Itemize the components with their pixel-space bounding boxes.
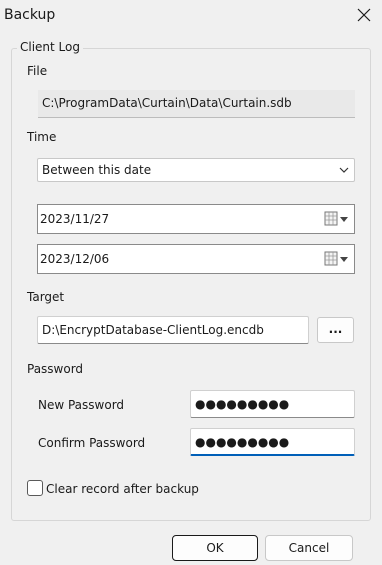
title-bar: Backup	[0, 0, 382, 32]
time-mode-select[interactable]: Between this date	[37, 158, 355, 182]
time-label: Time	[27, 130, 57, 144]
browse-button[interactable]: ...	[317, 317, 354, 343]
target-label: Target	[27, 290, 65, 304]
cancel-button[interactable]: Cancel	[265, 535, 353, 561]
file-label: File	[27, 64, 48, 78]
confirm-password-label: Confirm Password	[38, 436, 146, 450]
confirm-password-input[interactable]: ●●●●●●●●●	[190, 428, 355, 456]
end-date-picker[interactable]: 2023/12/06	[37, 244, 355, 274]
ok-button[interactable]: OK	[172, 535, 258, 561]
time-mode-value: Between this date	[42, 163, 152, 177]
window-title: Backup	[4, 7, 56, 23]
clear-record-checkbox[interactable]	[27, 480, 43, 496]
password-section-label: Password	[27, 362, 84, 376]
clear-record-label[interactable]: Clear record after backup	[46, 482, 199, 496]
close-button[interactable]	[348, 0, 380, 30]
calendar-icon[interactable]	[324, 251, 350, 267]
new-password-input[interactable]: ●●●●●●●●●	[190, 390, 355, 418]
chevron-down-icon	[339, 167, 349, 173]
end-date-value: 2023/12/06	[40, 252, 110, 266]
start-date-value: 2023/11/27	[40, 212, 110, 226]
close-icon	[357, 8, 371, 22]
target-path-input[interactable]: D:\EncryptDatabase-ClientLog.encdb	[37, 316, 309, 344]
new-password-label: New Password	[38, 398, 125, 412]
calendar-icon[interactable]	[324, 211, 350, 227]
file-path-field: C:\ProgramData\Curtain\Data\Curtain.sdb	[38, 90, 355, 118]
start-date-picker[interactable]: 2023/11/27	[37, 204, 355, 234]
group-label: Client Log	[17, 40, 83, 54]
